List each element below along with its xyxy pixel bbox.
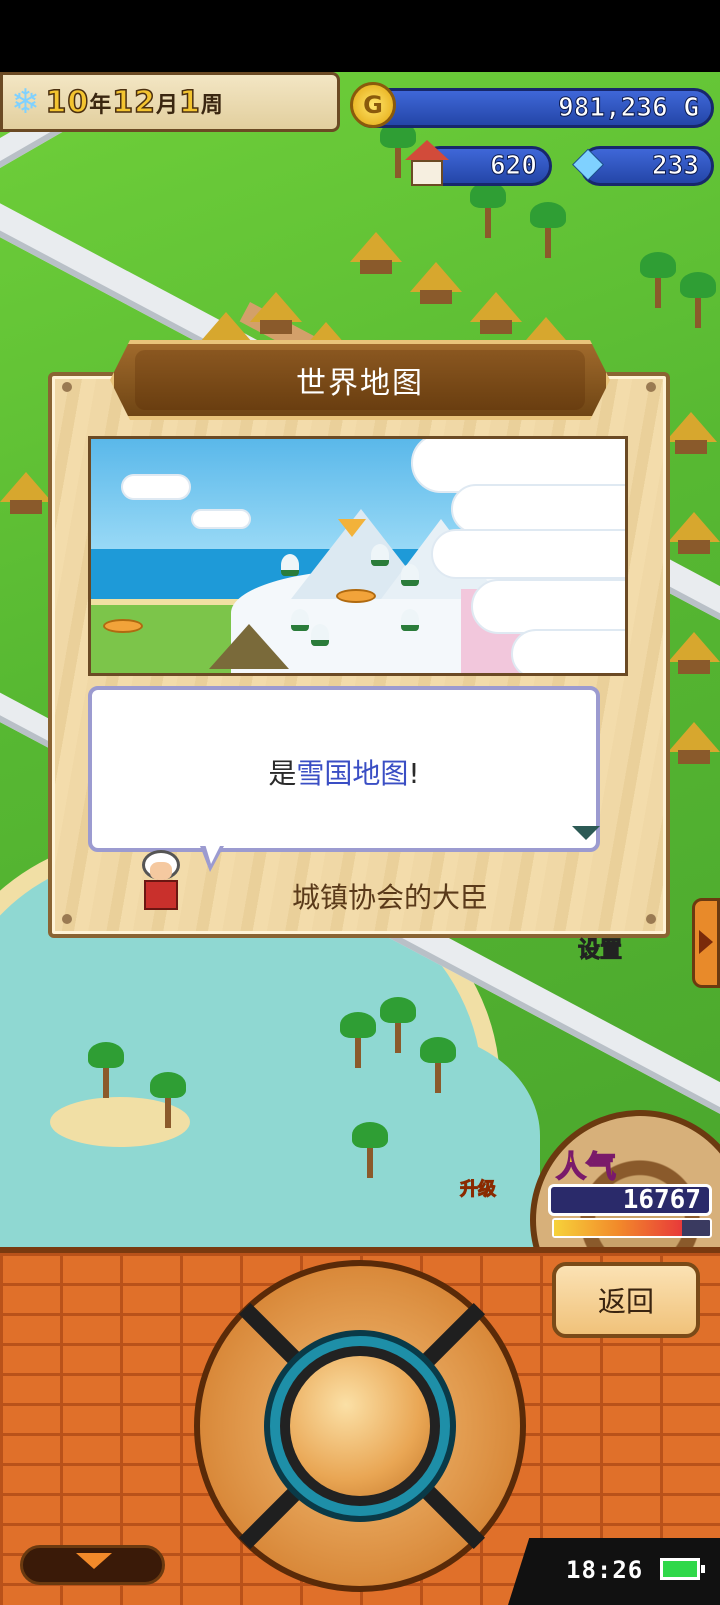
palm-tree (380, 997, 416, 1053)
palm-tree (88, 1042, 124, 1098)
palm-tree (352, 1122, 388, 1178)
snowflake-icon: ❄ (11, 82, 40, 122)
popularity-meter (552, 1218, 712, 1238)
clock: 18:26 (566, 1556, 644, 1584)
popularity-value: 16767 (548, 1184, 712, 1216)
dialog-title-plate: 世界地图 (135, 350, 585, 410)
snow-tree (291, 609, 309, 631)
location-marker-icon (338, 519, 366, 537)
palm-tree (340, 1012, 376, 1068)
settings-sign[interactable]: 设置 (577, 932, 622, 964)
snow-tree (401, 609, 419, 631)
level-up-badge: 升级 (460, 1179, 497, 1201)
fog-cloud (431, 529, 625, 579)
palm-tree (680, 272, 716, 328)
gold-counter: 981,236 G (352, 88, 714, 128)
popularity-meter-fill (554, 1220, 682, 1236)
chevron-down-icon (76, 1553, 112, 1569)
minister-avatar (134, 850, 188, 916)
status-bar (0, 0, 720, 72)
palm-tree (470, 182, 506, 238)
chevron-right-icon (699, 930, 713, 954)
game-date: 10年12月1周 (45, 84, 224, 121)
snow-tree (311, 624, 329, 646)
straw-hut[interactable] (470, 292, 522, 334)
speaker-name: 城镇协会的大臣 (291, 881, 488, 914)
battery-icon (660, 1558, 705, 1580)
snow-tree (401, 564, 419, 586)
fog-cloud (471, 579, 625, 634)
dialog-title: 世界地图 (296, 366, 424, 401)
fog-cloud (511, 629, 625, 673)
joystick-center-button[interactable] (290, 1356, 430, 1496)
palm-tree (150, 1072, 186, 1128)
map-name-highlight: 雪国地图 (296, 757, 409, 790)
crystal-icon: ◆ (572, 139, 604, 185)
speech-message: 是雪国地图! (268, 757, 420, 790)
straw-hut[interactable] (668, 632, 720, 674)
straw-hut[interactable] (350, 232, 402, 274)
fog-cloud (451, 484, 625, 534)
palm-tree (420, 1037, 456, 1093)
straw-hut[interactable] (410, 262, 462, 304)
back-button[interactable]: 返回 (552, 1262, 700, 1338)
straw-hut[interactable] (250, 292, 302, 334)
location-marker-icon (336, 589, 376, 603)
snow-country-map-preview (88, 436, 628, 676)
palm-tree (640, 252, 676, 308)
gold-coin-icon: G (350, 82, 396, 128)
cloud (121, 474, 191, 500)
popularity-label: 人气 (555, 1149, 617, 1186)
straw-hut[interactable] (668, 512, 720, 554)
snow-tree (281, 554, 299, 576)
location-marker-icon (103, 619, 143, 633)
straw-hut[interactable] (0, 472, 52, 514)
brown-hill (209, 624, 289, 669)
straw-hut[interactable] (668, 722, 720, 764)
next-arrow-icon[interactable] (572, 826, 600, 840)
house-icon (405, 140, 449, 188)
snow-tree (371, 544, 389, 566)
cloud (191, 509, 251, 529)
palm-tree (530, 202, 566, 258)
date-panel: ❄ 10年12月1周 (0, 72, 340, 132)
straw-hut[interactable] (665, 412, 717, 454)
